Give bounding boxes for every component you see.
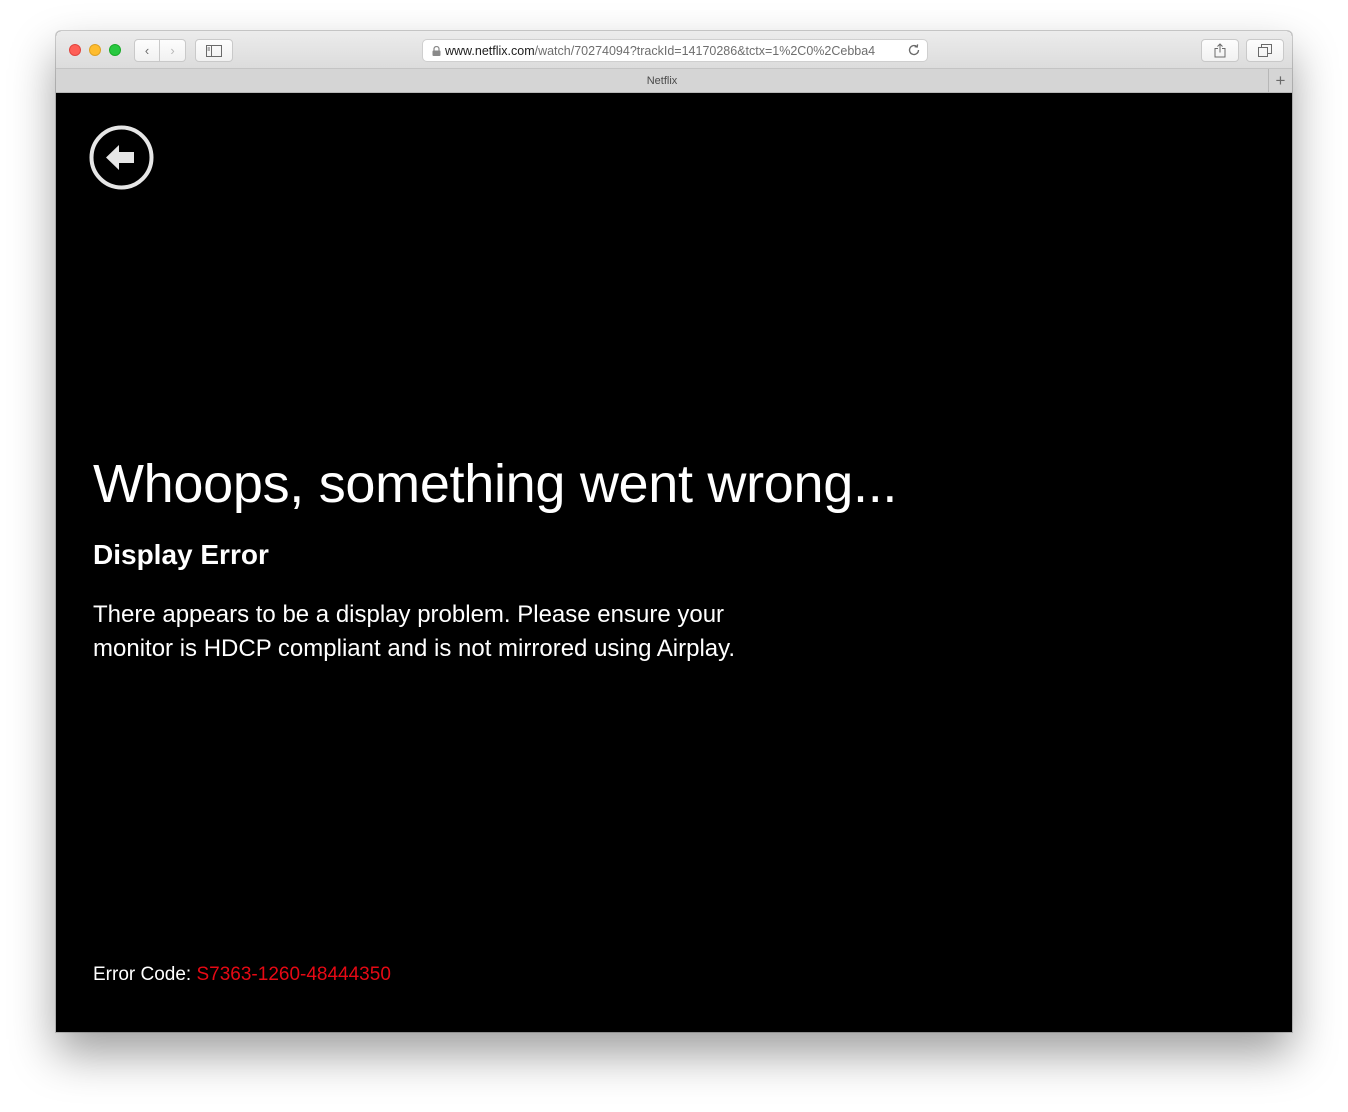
browser-back-button[interactable]: ‹ xyxy=(134,39,160,62)
share-button[interactable] xyxy=(1201,39,1239,62)
tab-bar: Netflix + xyxy=(56,69,1292,93)
reload-icon[interactable] xyxy=(907,43,921,57)
browser-forward-button[interactable]: › xyxy=(160,39,186,62)
error-code-value: S7363-1260-48444350 xyxy=(196,964,391,985)
sidebar-icon xyxy=(206,44,222,57)
new-tab-button[interactable]: + xyxy=(1268,69,1292,93)
minimize-window-button[interactable] xyxy=(89,44,101,56)
chevron-left-icon: ‹ xyxy=(144,43,150,58)
share-icon xyxy=(1214,43,1226,58)
browser-toolbar: ‹ › www.netflix.com/watch/70274094?track… xyxy=(56,31,1292,69)
chevron-right-icon: › xyxy=(170,43,175,58)
error-code-line: Error Code: S7363-1260-48444350 xyxy=(93,964,391,986)
lock-icon xyxy=(432,46,441,56)
browser-window: ‹ › www.netflix.com/watch/70274094?track… xyxy=(56,31,1292,1032)
error-code-label: Error Code: xyxy=(93,964,192,985)
navigation-buttons: ‹ › xyxy=(134,39,186,62)
tab-overview-button[interactable] xyxy=(1246,39,1284,62)
error-headline: Whoops, something went wrong... xyxy=(93,454,898,514)
zoom-window-button[interactable] xyxy=(109,44,121,56)
tabs-overview-icon xyxy=(1258,44,1272,57)
sidebar-toggle-button[interactable] xyxy=(195,39,233,62)
plus-icon: + xyxy=(1275,71,1286,90)
tab-netflix[interactable]: Netflix xyxy=(56,69,1268,93)
back-arrow-icon[interactable] xyxy=(89,125,154,190)
error-message: There appears to be a display problem. P… xyxy=(93,601,736,662)
netflix-player-error-screen: Whoops, something went wrong... Display … xyxy=(56,93,1292,1032)
url-path: /watch/70274094?trackId=14170286&tctx=1%… xyxy=(534,43,876,58)
close-window-button[interactable] xyxy=(69,44,81,56)
url-host: www.netflix.com xyxy=(445,43,535,58)
address-bar[interactable]: www.netflix.com/watch/70274094?trackId=1… xyxy=(422,39,928,62)
error-title: Display Error xyxy=(93,539,269,570)
